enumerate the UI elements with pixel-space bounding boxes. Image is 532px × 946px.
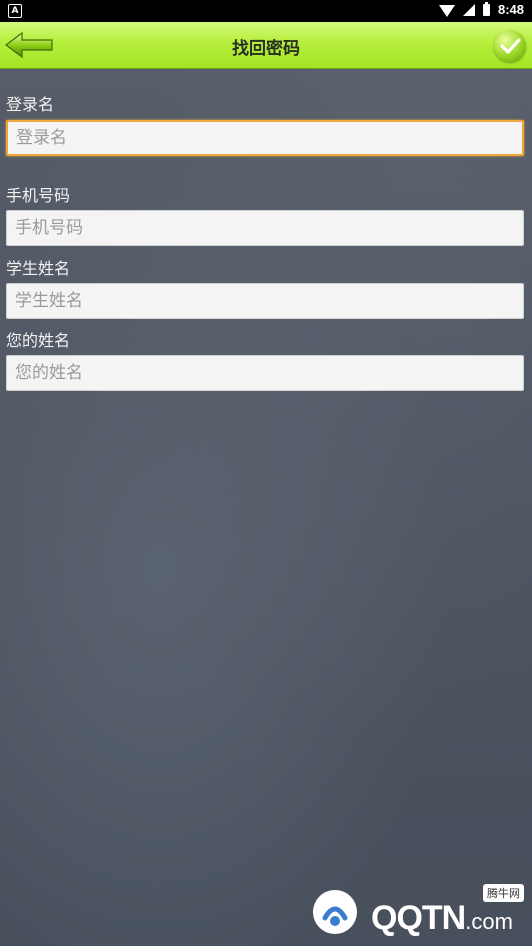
your-name-label: 您的姓名 <box>6 331 71 350</box>
notification-icon: A <box>8 4 22 18</box>
wifi-icon <box>438 4 455 17</box>
page-title: 找回密码 <box>232 39 300 59</box>
confirm-button[interactable] <box>494 30 526 62</box>
student-name-label: 学生姓名 <box>6 259 71 278</box>
status-bar: A 8:48 <box>0 0 532 22</box>
watermark: 腾牛网 QQTN.com <box>311 884 526 940</box>
status-time: 8:48 <box>497 2 524 17</box>
signal-icon <box>462 3 475 16</box>
status-right: 8:48 <box>438 1 524 17</box>
student-name-input[interactable] <box>6 283 524 319</box>
check-circle-icon <box>500 38 521 54</box>
phone-number-label: 手机号码 <box>6 186 71 205</box>
watermark-brand: QQTN <box>371 899 466 937</box>
title-bar: 找回密码 <box>0 22 532 69</box>
phone-number-input[interactable] <box>6 210 524 246</box>
login-name-label: 登录名 <box>6 95 55 114</box>
login-name-input[interactable] <box>6 120 524 156</box>
battery-icon <box>482 1 490 16</box>
status-left: A <box>8 4 22 18</box>
watermark-suffix: .com <box>465 909 513 934</box>
watermark-text: QQTN.com <box>371 899 513 938</box>
watermark-logo-icon <box>313 890 357 934</box>
your-name-input[interactable] <box>6 355 524 391</box>
